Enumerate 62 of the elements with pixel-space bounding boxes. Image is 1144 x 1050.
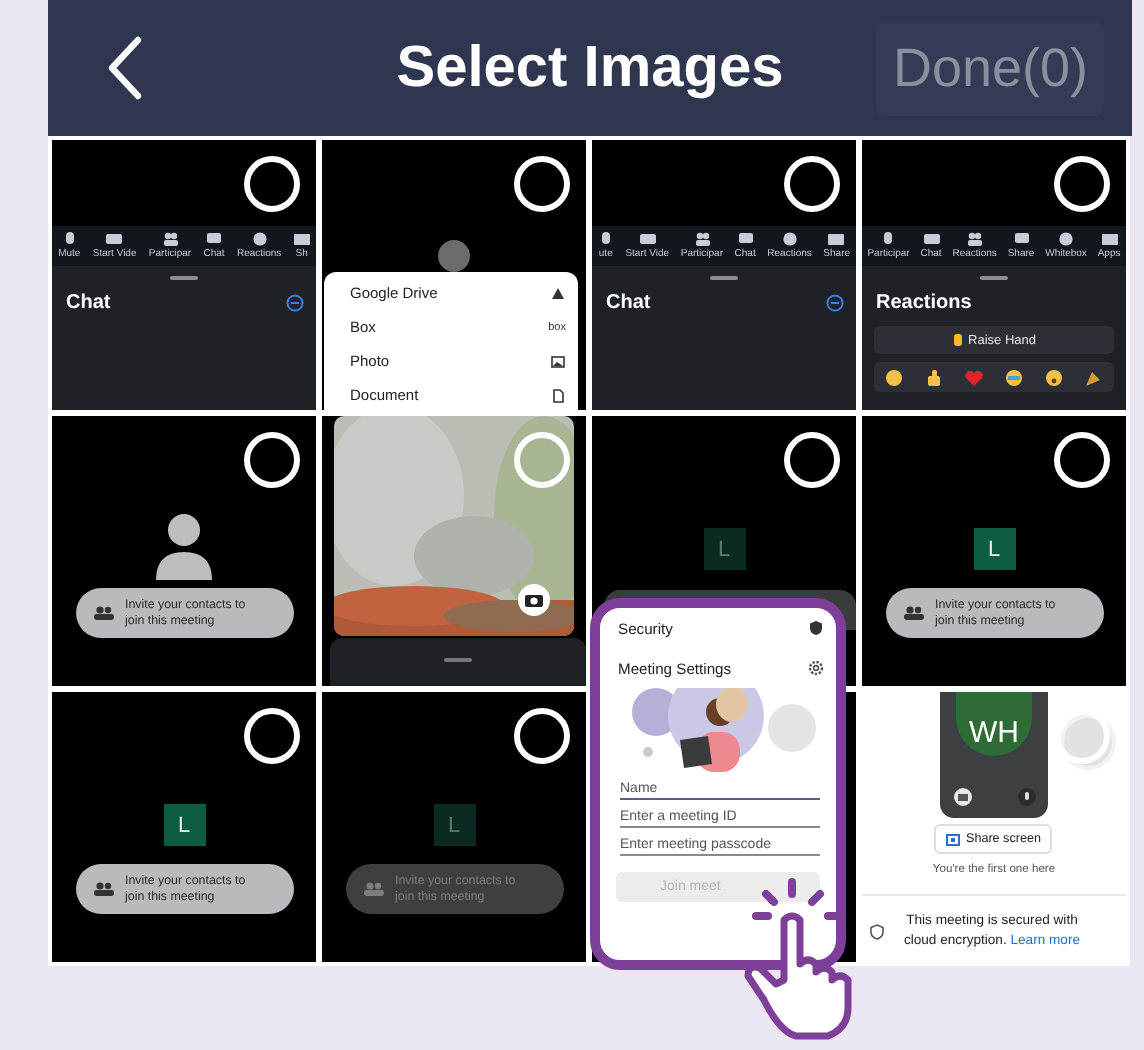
select-circle[interactable] xyxy=(244,432,300,488)
toolbar-icon xyxy=(1101,232,1118,246)
people-icon xyxy=(93,606,113,620)
gear-icon xyxy=(808,660,824,676)
toolbar-icon xyxy=(206,232,222,246)
shield-icon xyxy=(808,620,824,636)
select-circle[interactable] xyxy=(244,708,300,764)
toolbar-icon xyxy=(880,232,897,246)
toolbar-icon xyxy=(161,232,178,246)
heart-icon xyxy=(964,367,984,387)
camera-icon[interactable] xyxy=(518,584,550,616)
select-circle[interactable] xyxy=(244,156,300,212)
panel-title: Reactions xyxy=(876,292,972,314)
toolbar-icon xyxy=(966,232,983,246)
avatar-placeholder xyxy=(438,240,470,272)
emoji-icon xyxy=(884,367,904,387)
select-circle[interactable] xyxy=(514,708,570,764)
microphone-icon[interactable] xyxy=(1018,788,1036,806)
person-silhouette-icon xyxy=(156,512,212,580)
options-icon[interactable] xyxy=(826,294,844,312)
toolbar-icon xyxy=(828,232,845,246)
drive-icon xyxy=(550,285,566,301)
thumbs-up-icon xyxy=(924,367,944,387)
toolbar-icon xyxy=(737,232,754,246)
toolbar-icon xyxy=(61,232,78,246)
toolbar-icon xyxy=(597,232,614,246)
avatar-tile: L xyxy=(973,528,1015,570)
avatar-tile: L xyxy=(433,804,475,846)
emoji-icon xyxy=(1004,367,1024,387)
select-circle[interactable] xyxy=(1054,432,1110,488)
toolbar-icon xyxy=(1013,232,1030,246)
select-circle[interactable] xyxy=(514,156,570,212)
party-popper-icon xyxy=(1084,367,1104,387)
shield-icon xyxy=(870,924,884,940)
people-icon xyxy=(363,882,383,896)
toolbar-icon xyxy=(1058,232,1075,246)
select-circle[interactable] xyxy=(1054,156,1110,212)
toolbar-icon xyxy=(923,232,940,246)
toolbar-icon xyxy=(693,232,710,246)
toolbar-icon xyxy=(106,232,123,246)
options-icon[interactable] xyxy=(286,294,304,312)
toolbar-icon xyxy=(781,232,798,246)
people-icon xyxy=(903,606,923,620)
image-icon xyxy=(550,353,566,369)
toolbar-icon xyxy=(251,232,268,246)
people-icon xyxy=(93,882,113,896)
screen-icon xyxy=(946,833,960,845)
select-circle[interactable] xyxy=(784,156,840,212)
toolbar-icon xyxy=(639,232,656,246)
toolbar-icon xyxy=(293,232,310,246)
select-circle[interactable] xyxy=(784,432,840,488)
document-icon xyxy=(550,387,566,403)
back-icon[interactable] xyxy=(104,36,144,100)
hand-icon xyxy=(952,332,965,348)
avatar-tile: L xyxy=(703,528,745,570)
panel-title: Chat xyxy=(606,292,651,314)
camera-off-icon[interactable] xyxy=(954,788,972,806)
screen-title: Select Images xyxy=(396,35,784,101)
avatar-initials: WH xyxy=(956,692,1032,756)
panel-title: Chat xyxy=(66,292,111,314)
emoji-icon xyxy=(1044,367,1064,387)
avatar-tile: L xyxy=(163,804,205,846)
